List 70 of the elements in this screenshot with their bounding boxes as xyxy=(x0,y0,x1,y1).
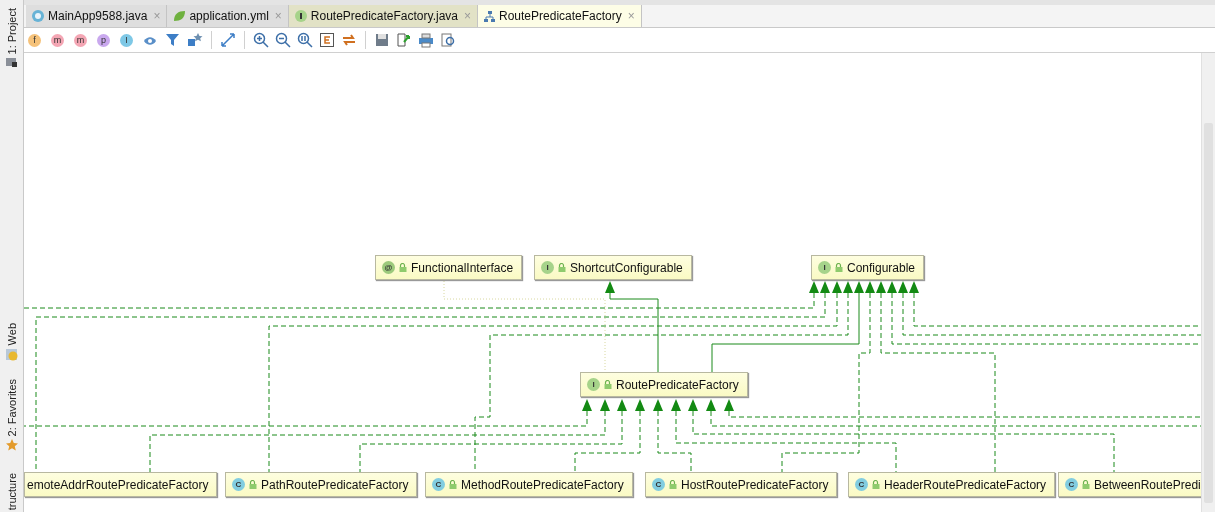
folder-icon xyxy=(6,57,17,68)
member-filter-button[interactable]: p xyxy=(97,33,110,47)
star-shape-icon[interactable] xyxy=(187,32,203,48)
star-icon xyxy=(5,439,18,452)
filter-icon[interactable] xyxy=(165,32,181,48)
lock-icon xyxy=(604,380,612,389)
class-name: RoutePredicateFactory xyxy=(616,377,739,392)
member-filter-button[interactable]: f xyxy=(28,33,41,47)
lock-icon xyxy=(872,480,880,489)
lock-icon xyxy=(249,480,257,489)
zoom-out-icon[interactable] xyxy=(275,32,291,48)
print-icon[interactable] xyxy=(418,32,434,48)
save-icon[interactable] xyxy=(374,32,390,48)
type-badge-icon: I xyxy=(541,261,554,274)
type-badge-icon: C xyxy=(232,478,245,491)
type-badge-icon: C xyxy=(855,478,868,491)
class-node[interactable]: I ShortcutConfigurable xyxy=(534,255,692,280)
class-node[interactable]: C HeaderRoutePredicateFactory xyxy=(848,472,1056,497)
member-filter-button[interactable]: m xyxy=(51,33,64,47)
layout-icon[interactable] xyxy=(341,32,357,48)
side-tool-tab[interactable]: 1: Project xyxy=(5,8,18,55)
expand-arrows-icon[interactable] xyxy=(220,32,236,48)
editor-tab[interactable]: MainApp9588.java × xyxy=(26,5,168,27)
lock-icon xyxy=(558,263,566,272)
type-badge-icon: C xyxy=(652,478,665,491)
type-badge-icon: I xyxy=(587,378,600,391)
lock-icon xyxy=(399,263,407,272)
type-badge-icon: I xyxy=(818,261,831,274)
class-node[interactable]: @ FunctionalInterface xyxy=(375,255,523,280)
class-node[interactable]: C PathRoutePredicateFactory xyxy=(225,472,418,497)
class-name: HeaderRoutePredicateFactory xyxy=(884,477,1047,492)
lock-icon xyxy=(1082,480,1090,489)
class-node[interactable]: C HostRoutePredicateFactory xyxy=(645,472,838,497)
class-name: Configurable xyxy=(847,260,916,275)
export-icon[interactable] xyxy=(396,32,412,48)
lock-icon xyxy=(835,263,843,272)
editor-tab[interactable]: RoutePredicateFactory × xyxy=(478,5,642,27)
side-tool-tab[interactable]: Web xyxy=(5,323,18,346)
class-node[interactable]: emoteAddrRoutePredicateFactory xyxy=(24,472,218,497)
member-filter-button[interactable]: I xyxy=(120,33,133,47)
class-name: BetweenRoutePredi xyxy=(1094,477,1201,492)
class-name: emoteAddrRoutePredicateFactory xyxy=(27,477,209,492)
class-name: HostRoutePredicateFactory xyxy=(681,477,829,492)
type-badge-icon: C xyxy=(1065,478,1078,491)
editor-tab[interactable]: application.yml × xyxy=(167,5,289,27)
class-node[interactable]: I Configurable xyxy=(811,255,925,280)
preview-icon[interactable] xyxy=(440,32,456,48)
actual-size-icon[interactable] xyxy=(297,32,313,48)
editor-tab[interactable]: RoutePredicateFactory.java × xyxy=(288,5,478,27)
class-name: MethodRoutePredicateFactory xyxy=(461,477,624,492)
interface-icon xyxy=(293,9,308,23)
leaf-icon xyxy=(172,9,187,23)
class-name: FunctionalInterface xyxy=(411,260,514,275)
globe-icon xyxy=(5,348,18,361)
fit-content-icon[interactable] xyxy=(319,32,335,48)
type-badge-icon: @ xyxy=(382,261,395,274)
class-node[interactable]: I RoutePredicateFactory xyxy=(580,372,748,397)
class-node[interactable]: C BetweenRoutePredi xyxy=(1058,472,1201,497)
hierarchy-icon xyxy=(483,9,496,23)
zoom-in-icon[interactable] xyxy=(253,32,269,48)
side-tool-tab[interactable]: tructure xyxy=(5,473,18,511)
lock-icon xyxy=(449,480,457,489)
side-tool-tab[interactable]: 2: Favorites xyxy=(5,378,18,437)
class-name: ShortcutConfigurable xyxy=(570,260,683,275)
class-icon xyxy=(31,9,45,23)
lock-icon xyxy=(669,480,677,489)
member-filter-button[interactable]: m xyxy=(74,33,87,47)
class-node[interactable]: C MethodRoutePredicateFactory xyxy=(425,472,633,497)
type-badge-icon: C xyxy=(432,478,445,491)
class-name: PathRoutePredicateFactory xyxy=(261,477,409,492)
